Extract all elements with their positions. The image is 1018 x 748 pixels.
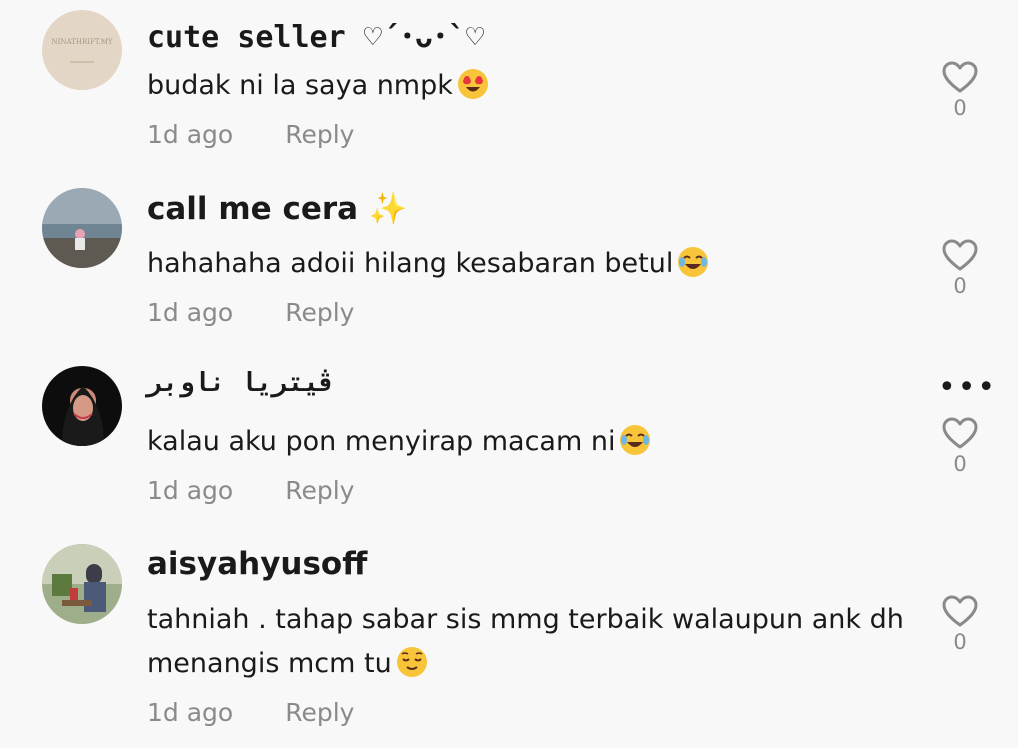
reply-button[interactable]: Reply xyxy=(285,120,354,149)
comment-text: kalau aku pon menyirap macam ni xyxy=(147,420,907,470)
avatar[interactable] xyxy=(42,544,122,624)
like-button[interactable]: 0 xyxy=(940,60,980,120)
heart-eyes-emoji-icon xyxy=(457,68,489,114)
avatar[interactable] xyxy=(42,366,122,446)
like-button[interactable]: 0 xyxy=(940,238,980,298)
heart-outline-icon[interactable] xyxy=(941,416,979,450)
comment-meta: 1d ago Reply xyxy=(147,120,354,149)
comment-time: 1d ago xyxy=(147,120,234,149)
heart-outline-icon[interactable] xyxy=(941,60,979,94)
reply-button[interactable]: Reply xyxy=(285,476,354,505)
reply-button[interactable]: Reply xyxy=(285,298,354,327)
like-count: 0 xyxy=(953,452,967,476)
like-count: 0 xyxy=(953,630,967,654)
tears-of-joy-emoji-icon xyxy=(677,246,709,292)
comment-text-content: budak ni la saya nmpk xyxy=(147,70,453,101)
comment-time: 1d ago xyxy=(147,476,234,505)
comment-text: tahniah . tahap sabar sis mmg terbaik wa… xyxy=(147,598,907,692)
comment-meta: 1d ago Reply xyxy=(147,298,354,327)
avatar[interactable] xyxy=(42,188,122,268)
comment-meta: 1d ago Reply xyxy=(147,476,354,505)
tears-of-joy-emoji-icon xyxy=(619,424,651,470)
comment-text: hahahaha adoii hilang kesabaran betul xyxy=(147,242,907,292)
comment-time: 1d ago xyxy=(147,298,234,327)
heart-outline-icon[interactable] xyxy=(941,238,979,272)
comment-username[interactable]: cute seller ♡´･ᴗ･`♡ xyxy=(147,12,484,56)
comment-username[interactable]: aisyahyusoff xyxy=(147,546,367,582)
comment-text-content: tahniah . tahap sabar sis mmg terbaik wa… xyxy=(147,604,904,679)
relieved-face-emoji-icon xyxy=(396,646,428,692)
like-count: 0 xyxy=(953,274,967,298)
comment-text-content: kalau aku pon menyirap macam ni xyxy=(147,426,616,457)
comment-time: 1d ago xyxy=(147,698,234,727)
comment-username[interactable]: ڤيتريا ناوبر xyxy=(147,368,335,398)
like-button[interactable]: 0 xyxy=(940,416,980,476)
heart-outline-icon[interactable] xyxy=(941,594,979,628)
reply-button[interactable]: Reply xyxy=(285,698,354,727)
avatar[interactable]: NINATHRIFT.MY xyxy=(42,10,122,90)
more-options-icon[interactable]: ••• xyxy=(938,373,995,403)
comment-username[interactable]: call me cera ✨ xyxy=(147,190,407,227)
avatar-logo-text: NINATHRIFT.MY xyxy=(51,38,112,46)
comment-text-content: hahahaha adoii hilang kesabaran betul xyxy=(147,248,674,279)
comment-text: budak ni la saya nmpk xyxy=(147,64,907,114)
comment-list: NINATHRIFT.MY cute seller ♡´･ᴗ･`♡ budak … xyxy=(0,0,1018,748)
like-button[interactable]: 0 xyxy=(940,594,980,654)
comment-meta: 1d ago Reply xyxy=(147,698,354,727)
like-count: 0 xyxy=(953,96,967,120)
